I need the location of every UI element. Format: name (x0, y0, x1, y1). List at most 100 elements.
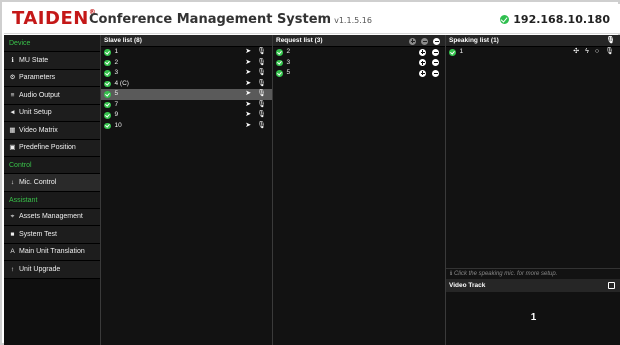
list-item[interactable]: 3 (273, 58, 445, 69)
microphone-icon[interactable]: 🎙 (257, 68, 266, 79)
sidebar-item-label: Unit Upgrade (19, 265, 61, 273)
microphone-icon[interactable]: 🎙 (257, 58, 266, 69)
reject-icon[interactable] (432, 48, 439, 56)
microphone-icon[interactable]: 🎙 (257, 89, 266, 100)
locate-icon[interactable]: ➤ (245, 100, 251, 111)
request-list-header: Request list (3) (273, 35, 445, 47)
locate-icon[interactable]: ➤ (245, 89, 251, 100)
online-check-icon (104, 122, 111, 129)
sidebar-item-predefine-position[interactable]: ▣ Predefine Position (4, 139, 100, 157)
locate-icon[interactable]: ➤ (245, 68, 251, 79)
top-bar: TAIDEN® Conference Management System v1.1… (4, 4, 620, 34)
ip-address: 192.168.10.180 (513, 13, 610, 26)
locate-icon[interactable]: ➤ (245, 121, 251, 132)
sidebar-section-control: Control (4, 157, 100, 174)
speaking-list-header: Speaking list (1) 🎙 (446, 35, 620, 47)
translate-icon: A (10, 248, 15, 256)
sidebar-item-main-unit-translation[interactable]: A Main Unit Translation (4, 243, 100, 261)
locate-icon[interactable]: ➤ (245, 47, 251, 58)
unit-id: 4 (C) (114, 79, 129, 87)
microphone-icon[interactable]: 🎙 (257, 100, 266, 111)
app-title: Conference Management System v1.1.5.16 (89, 12, 372, 27)
unit-id: 3 (114, 69, 119, 76)
video-track-area: 1 (446, 292, 620, 345)
sidebar-item-mic-control[interactable]: ↓ Mic. Control (4, 174, 100, 192)
online-check-icon (276, 49, 283, 56)
list-item[interactable]: 10 ➤ 🎙 (101, 121, 272, 132)
approve-icon[interactable] (419, 69, 426, 77)
add-all-icon[interactable] (409, 37, 416, 45)
locate-icon[interactable]: ➤ (245, 58, 251, 69)
list-item[interactable]: 1 ➤ 🎙 (101, 47, 272, 58)
reject-icon[interactable] (432, 69, 439, 77)
version-label: v1.1.5.16 (334, 16, 372, 25)
upload-icon: ↑ (10, 265, 15, 273)
sidebar-item-label: Audio Output (19, 91, 60, 99)
locate-icon[interactable]: ➤ (245, 110, 251, 121)
priority-icon[interactable]: ϟ (585, 47, 589, 58)
list-item[interactable]: 3 ➤ 🎙 (101, 68, 272, 79)
speaker-icon: ◄ (9, 109, 16, 117)
location-icon: ⌖ (10, 213, 15, 221)
list-item[interactable]: 1 ✣ ϟ ○ 🎙 (446, 47, 620, 58)
sidebar-item-label: Parameters (19, 74, 56, 82)
sidebar-item-audio-output[interactable]: ≡ Audio Output (4, 87, 100, 105)
status-circle-icon[interactable]: ○ (595, 47, 599, 58)
slave-list-panel: Slave list (8) 1 ➤ 🎙 2 ➤ 🎙 3 ➤ 🎙 4 (C) ➤ 🎙 5 ➤ 🎙 7 ➤ 🎙 9 ➤ 🎙… (100, 35, 272, 345)
approve-icon[interactable] (419, 59, 426, 67)
remove-all-grey-icon[interactable] (421, 37, 428, 45)
video-track-header: Video Track (446, 279, 620, 292)
sidebar-item-assets-management[interactable]: ⌖ Assets Management (4, 208, 100, 226)
remove-all-icon[interactable] (433, 37, 440, 45)
sliders-icon: ≡ (10, 91, 15, 99)
sidebar: Device ℹ MU State ⚙ Parameters ≡ Audio Output ◄… (4, 35, 100, 345)
online-check-icon (104, 101, 111, 108)
unit-id: 1 (459, 48, 464, 55)
camera-move-icon[interactable]: ✣ (573, 47, 579, 58)
microphone-icon[interactable]: 🎙 (605, 47, 614, 58)
approve-icon[interactable] (419, 48, 426, 56)
microphone-off-icon[interactable]: 🎙 (606, 36, 615, 47)
sidebar-section-device: Device (4, 35, 100, 52)
sidebar-item-label: Mic. Control (19, 178, 57, 186)
microphone-icon: ↓ (10, 178, 15, 186)
sidebar-item-unit-setup[interactable]: ◄ Unit Setup (4, 104, 100, 122)
sidebar-item-parameters[interactable]: ⚙ Parameters (4, 69, 100, 87)
taiden-logo: TAIDEN® (12, 8, 97, 29)
online-check-icon (104, 70, 111, 77)
sidebar-item-video-matrix[interactable]: ▦ Video Matrix (4, 122, 100, 140)
microphone-icon[interactable]: 🎙 (257, 47, 266, 58)
unit-id: 9 (114, 111, 119, 118)
microphone-icon[interactable]: 🎙 (257, 110, 266, 121)
video-window-icon[interactable] (608, 282, 615, 289)
app-window: TAIDEN® Conference Management System v1.1… (0, 0, 620, 345)
grid-icon: ▦ (9, 126, 16, 134)
online-check-icon (276, 59, 283, 66)
microphone-icon[interactable]: 🎙 (257, 79, 266, 90)
unit-id: 7 (114, 100, 119, 108)
online-check-icon (104, 80, 111, 87)
online-check-icon (276, 70, 283, 77)
unit-id: 3 (286, 58, 291, 66)
online-check-icon (104, 49, 111, 56)
locate-icon[interactable]: ➤ (245, 79, 251, 90)
test-icon: ■ (10, 230, 15, 238)
list-item[interactable]: 2 ➤ 🎙 (101, 58, 272, 69)
sidebar-item-unit-upgrade[interactable]: ↑ Unit Upgrade (4, 261, 100, 279)
list-item[interactable]: 5 (273, 68, 445, 79)
list-item[interactable]: 9 ➤ 🎙 (101, 110, 272, 121)
unit-id: 1 (114, 48, 119, 55)
reject-icon[interactable] (432, 59, 439, 67)
list-item[interactable]: 5 ➤ 🎙 (101, 89, 272, 100)
sidebar-item-label: MU State (19, 56, 49, 64)
sidebar-item-system-test[interactable]: ■ System Test (4, 226, 100, 244)
sidebar-item-mu-state[interactable]: ℹ MU State (4, 52, 100, 70)
online-check-icon (104, 91, 111, 98)
unit-id: 10 (114, 121, 122, 129)
microphone-icon[interactable]: 🎙 (257, 121, 266, 132)
connection-status: 192.168.10.180 (500, 13, 610, 26)
list-item[interactable]: 4 (C) ➤ 🎙 (101, 79, 272, 90)
list-item[interactable]: 7 ➤ 🎙 (101, 100, 272, 111)
sidebar-item-label: Assets Management (19, 213, 83, 221)
list-item[interactable]: 2 (273, 47, 445, 58)
